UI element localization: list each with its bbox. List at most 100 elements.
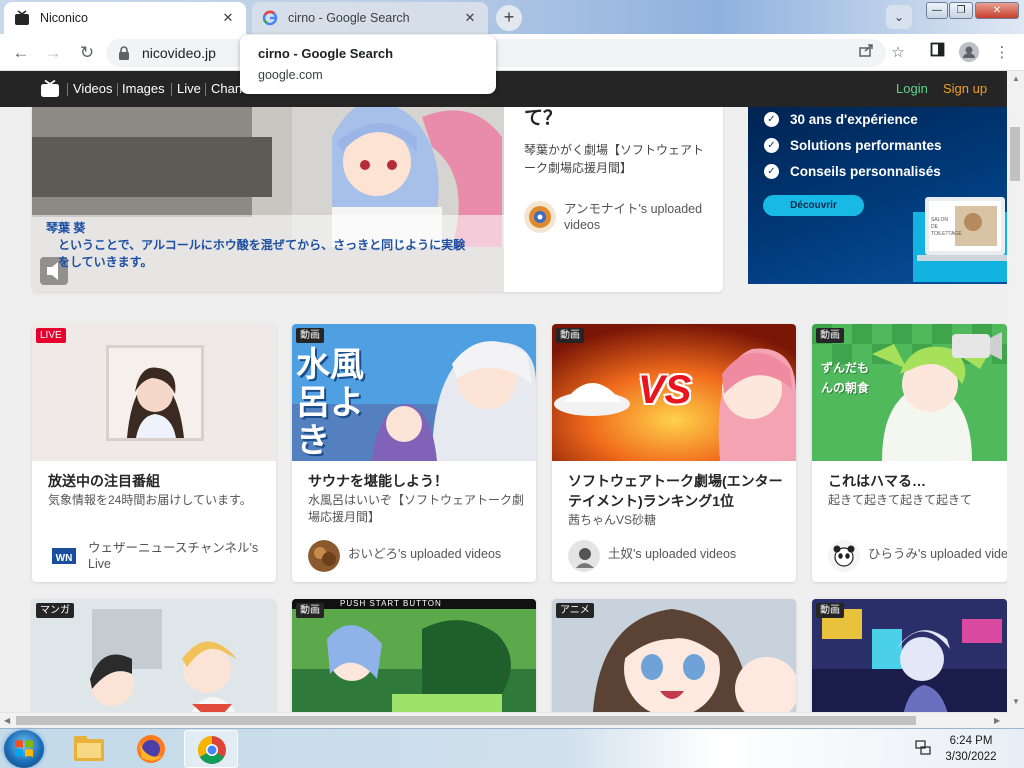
video-thumbnail[interactable]: アニメ xyxy=(552,599,796,712)
back-arrow-icon[interactable]: ← xyxy=(8,40,34,66)
video-thumbnail[interactable]: マンガ xyxy=(32,599,276,712)
more-menu-icon[interactable]: ⋮ xyxy=(991,42,1013,64)
thumbnail-caption: VS xyxy=(638,368,692,412)
close-icon[interactable]: ✕ xyxy=(462,10,478,26)
video-card[interactable]: VS 動画 ソフトウェアトーク劇場(エンターテイメント)ランキング1位 茜ちゃん… xyxy=(552,324,796,582)
file-explorer-icon[interactable] xyxy=(62,730,116,768)
thumbnail-caption: PUSH START BUTTON xyxy=(340,599,442,608)
video-badge: 動画 xyxy=(556,328,584,343)
video-thumbnail[interactable]: 動画 xyxy=(812,599,1007,712)
video-uploader[interactable]: おいどろ's uploaded videos xyxy=(308,538,536,572)
start-button[interactable] xyxy=(4,730,44,768)
featured-video-thumbnail[interactable]: 琴葉 葵 ということで、アルコールにホウ酸を混ぜてから、さっきと同じように実験を… xyxy=(32,97,504,292)
featured-video-title[interactable]: て？ xyxy=(524,107,714,131)
video-card[interactable]: アニメ xyxy=(552,599,796,712)
windows-taskbar: 6:24 PM 3/30/2022 xyxy=(0,728,1024,768)
hover-card-title: cirno - Google Search xyxy=(258,46,394,61)
featured-video[interactable]: 琴葉 葵 ということで、アルコールにホウ酸を混ぜてから、さっきと同じように実験を… xyxy=(32,97,723,292)
thumbnail-caption: ずんだもんの朝食 xyxy=(820,361,869,395)
login-link[interactable]: Login xyxy=(896,81,928,96)
video-thumbnail[interactable]: VS 動画 xyxy=(552,324,796,461)
featured-video-uploader[interactable]: アンモナイト's uploaded videos xyxy=(524,201,714,235)
lock-icon[interactable] xyxy=(118,46,130,60)
nav-videos[interactable]: Videos xyxy=(73,81,113,96)
scroll-right-icon[interactable]: ▶ xyxy=(994,716,1000,725)
video-uploader[interactable]: WN ウェザーニュースチャンネル's Live xyxy=(48,538,276,572)
thumbnail-caption: 水風呂よき xyxy=(296,346,364,460)
uploader-name: アンモナイト's uploaded videos xyxy=(564,202,703,232)
vertical-scrollbar[interactable]: ▲ ▼ xyxy=(1007,71,1024,712)
tab-niconico[interactable]: Niconico ✕ xyxy=(4,2,246,34)
url-text: nicovideo.jp xyxy=(142,45,216,61)
video-thumbnail[interactable]: ずんだもんの朝食 動画 xyxy=(812,324,1007,461)
video-thumbnail[interactable]: LIVE xyxy=(32,324,276,461)
signup-link[interactable]: Sign up xyxy=(943,81,987,96)
video-title[interactable]: ソフトウェアトーク劇場(エンターテイメント)ランキング1位 xyxy=(568,471,784,511)
uploader-name: ひらうみ's uploaded videos xyxy=(868,547,1007,561)
profile-avatar-icon[interactable] xyxy=(958,42,980,64)
video-card[interactable]: 動画 xyxy=(812,599,1007,712)
horizontal-scroll-thumb[interactable] xyxy=(16,716,916,725)
firefox-icon[interactable] xyxy=(124,730,178,768)
ad-laptop-image xyxy=(913,197,1007,282)
ad-feature-item: ✓ 30 ans d'expérience xyxy=(764,112,918,127)
uploader-avatar[interactable] xyxy=(308,540,340,572)
video-card[interactable]: ずんだもんの朝食 動画 これはハマる… 起きて起きて起きて起きて ひらうみ's … xyxy=(812,324,1007,582)
scroll-down-icon[interactable]: ▼ xyxy=(1012,697,1020,706)
bookmark-star-icon[interactable]: ☆ xyxy=(887,42,909,64)
horizontal-scrollbar[interactable]: ◀ ▶ xyxy=(0,712,1007,728)
svg-text:WN: WN xyxy=(56,553,73,564)
reload-icon[interactable]: ↻ xyxy=(74,40,100,66)
address-bar[interactable]: nicovideo.jp xyxy=(106,39,886,67)
tab-google-search[interactable]: cirno - Google Search ✕ xyxy=(252,2,488,34)
share-icon[interactable] xyxy=(855,42,877,64)
video-title[interactable]: 放送中の注目番組 xyxy=(48,471,264,491)
taskbar-clock[interactable]: 6:24 PM 3/30/2022 xyxy=(936,733,1006,765)
tab-title: Niconico xyxy=(40,11,88,25)
ad-feature-item: ✓ Conseils personnalisés xyxy=(764,164,941,179)
advertisement[interactable]: ✓ 30 ans d'expérience ✓ Solutions performa… xyxy=(748,97,1007,284)
vertical-scroll-thumb[interactable] xyxy=(1010,127,1020,181)
new-tab-button[interactable]: + xyxy=(496,5,522,31)
video-card[interactable]: LIVE 放送中の注目番組 気象情報を24時間お届けしています。 WN ウェザー… xyxy=(32,324,276,582)
video-title[interactable]: これはハマる… xyxy=(828,471,1007,491)
uploader-name: ウェザーニュースチャンネル's Live xyxy=(88,541,259,571)
hover-card-url: google.com xyxy=(258,68,323,82)
video-thumbnail[interactable]: 水風呂よき 動画 xyxy=(292,324,536,461)
scroll-left-icon[interactable]: ◀ xyxy=(4,716,10,725)
uploader-avatar[interactable] xyxy=(568,540,600,572)
nav-divider xyxy=(171,83,172,96)
uploader-name: 土奴's uploaded videos xyxy=(608,547,737,561)
video-uploader[interactable]: ひらうみ's uploaded videos xyxy=(828,538,1007,572)
uploader-avatar[interactable]: WN xyxy=(48,540,80,572)
minimize-button[interactable]: — xyxy=(926,2,948,19)
main-content: 琴葉 葵 ということで、アルコールにホウ酸を混ぜてから、さっきと同じように実験を… xyxy=(0,97,1007,712)
browser-toolbar: ← → ↻ nicovideo.jp ☆ ⋮ xyxy=(0,34,1024,71)
ad-cta-button[interactable]: Découvrir xyxy=(763,195,864,216)
video-card[interactable]: マンガ xyxy=(32,599,276,712)
nav-divider xyxy=(117,83,118,96)
video-badge: アニメ xyxy=(556,603,594,618)
video-uploader[interactable]: 土奴's uploaded videos xyxy=(568,538,796,572)
chrome-icon[interactable] xyxy=(184,730,238,768)
maximize-button[interactable]: ❐ xyxy=(949,2,973,19)
forward-arrow-icon[interactable]: → xyxy=(40,40,66,66)
video-card[interactable]: PUSH START BUTTON 動画 xyxy=(292,599,536,712)
nav-images[interactable]: Images xyxy=(122,81,165,96)
video-title[interactable]: サウナを堪能しよう！ xyxy=(308,471,524,491)
uploader-avatar[interactable] xyxy=(524,201,556,233)
video-card[interactable]: 水風呂よき 動画 サウナを堪能しよう！ 水風呂はいいぞ【ソフトウェアトーク劇場応… xyxy=(292,324,536,582)
network-icon[interactable] xyxy=(914,739,932,760)
close-icon[interactable]: ✕ xyxy=(220,10,236,26)
nav-channels[interactable]: Chan xyxy=(211,81,242,96)
tab-search-button[interactable]: ⌄ xyxy=(886,5,912,29)
nav-live[interactable]: Live xyxy=(177,81,201,96)
close-window-button[interactable]: ✕ xyxy=(975,2,1019,19)
uploader-avatar[interactable] xyxy=(828,540,860,572)
scroll-up-icon[interactable]: ▲ xyxy=(1012,74,1020,83)
niconico-logo-icon[interactable] xyxy=(40,79,60,97)
video-thumbnail[interactable]: PUSH START BUTTON 動画 xyxy=(292,599,536,712)
video-badge: 動画 xyxy=(296,603,324,618)
tab-title: cirno - Google Search xyxy=(288,11,410,25)
side-panel-icon[interactable] xyxy=(926,42,948,64)
